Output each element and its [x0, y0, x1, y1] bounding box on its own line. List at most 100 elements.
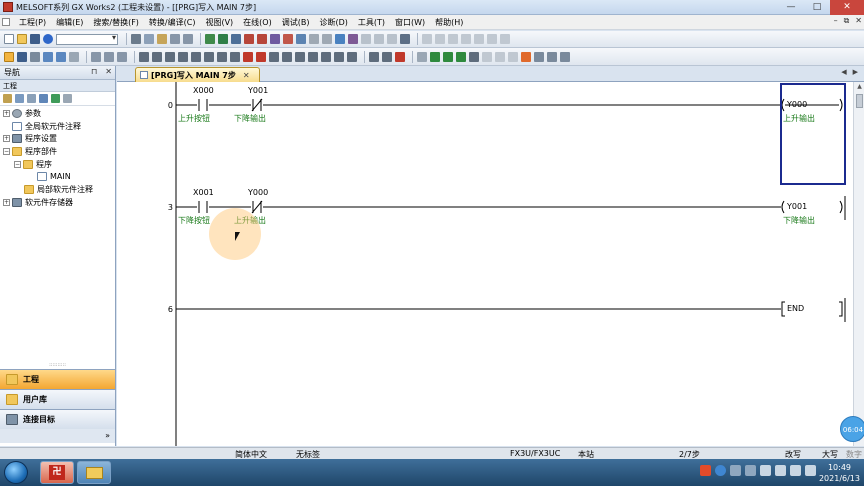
tree-expander[interactable]: + [3, 135, 10, 143]
parallel-falling-icon[interactable] [308, 51, 318, 62]
falling-negated-icon[interactable] [334, 51, 344, 62]
delete-vertical-icon[interactable] [256, 51, 266, 62]
close-button[interactable]: ✕ [830, 0, 864, 15]
line-draw-icon[interactable] [369, 51, 379, 62]
help-icon[interactable] [43, 34, 53, 44]
minimize-button[interactable]: — [778, 0, 804, 15]
find-icon[interactable] [91, 51, 101, 62]
scroll-up-icon[interactable]: ▲ [855, 83, 864, 93]
contact-device[interactable]: Y000 [248, 188, 268, 197]
tab-scroll-right-icon[interactable]: ▶ [853, 68, 858, 76]
tab-user-library[interactable]: 用户库 [0, 389, 115, 409]
line-erase-icon[interactable] [395, 51, 405, 62]
editor-vertical-scrollbar[interactable]: ▲ ▼ [853, 82, 864, 446]
monitor-start-icon[interactable] [283, 34, 293, 44]
new-data-icon[interactable] [3, 94, 12, 103]
monitor-write-icon[interactable] [43, 51, 53, 62]
recorder-timer[interactable]: 06:04 [840, 416, 864, 442]
scroll-thumb[interactable] [856, 94, 863, 108]
menu-window[interactable]: 窗口(W) [390, 17, 430, 28]
mdi-restore-button[interactable]: ⧉ [844, 16, 850, 26]
simulator-icon[interactable] [348, 34, 358, 44]
system-clock[interactable]: 10:49 2021/6/13 [819, 462, 860, 484]
mdi-close-button[interactable]: ✕ [855, 16, 862, 26]
input-method-icon[interactable] [700, 465, 711, 476]
coil-icon[interactable] [191, 51, 201, 62]
redo-icon[interactable] [183, 34, 193, 44]
vertical-line-icon[interactable] [230, 51, 240, 62]
new-file-icon[interactable] [4, 34, 14, 44]
ladder-block3-icon[interactable] [508, 51, 518, 62]
menu-help[interactable]: 帮助(H) [430, 17, 468, 28]
tree-item-parameter[interactable]: + 参数 [0, 107, 115, 120]
monitor-mode-icon[interactable] [30, 51, 40, 62]
volume-icon[interactable] [805, 465, 816, 476]
keyboard-icon[interactable] [730, 465, 741, 476]
device-test-icon[interactable] [335, 34, 345, 44]
read-mode-icon[interactable] [17, 51, 27, 62]
open-data-icon[interactable] [39, 94, 48, 103]
taskbar-gxworks2[interactable]: 卍 [40, 461, 74, 484]
tab-scroll-left-icon[interactable]: ◀ [841, 68, 846, 76]
parallel-no-contact-icon[interactable] [152, 51, 162, 62]
menu-compile[interactable]: 转换/编译(C) [144, 17, 201, 28]
menu-diagnostics[interactable]: 诊断(D) [314, 17, 352, 28]
online-change-icon[interactable] [322, 34, 332, 44]
navigation-options[interactable]: » [0, 429, 115, 443]
grid-icon[interactable] [56, 51, 66, 62]
menu-project[interactable]: 工程(P) [14, 17, 51, 28]
statement-edit-icon[interactable] [469, 51, 479, 62]
ladder-block-icon[interactable] [482, 51, 492, 62]
write-plc-icon[interactable] [244, 34, 254, 44]
tree-item-main[interactable]: MAIN [0, 170, 115, 183]
tree-item-device-memory[interactable]: + 软元件存储器 [0, 196, 115, 209]
verify-icon[interactable] [270, 34, 280, 44]
parallel-rising-icon[interactable] [295, 51, 305, 62]
batch-monitor-icon[interactable] [361, 34, 371, 44]
compile-icon[interactable] [218, 34, 228, 44]
tab-prg-main[interactable]: [PRG]写入 MAIN 7步 ✕ [135, 67, 260, 82]
write-mode-icon[interactable] [4, 51, 14, 62]
undo-icon[interactable] [170, 34, 180, 44]
device-display-icon[interactable] [534, 51, 544, 62]
watch-icon[interactable] [374, 34, 384, 44]
contact-device[interactable]: X000 [193, 86, 214, 95]
mdi-minimize-button[interactable]: – [834, 16, 838, 26]
zoom-fit-icon[interactable] [547, 51, 557, 62]
property-icon[interactable] [15, 94, 24, 103]
window-cascade-icon[interactable] [461, 34, 471, 44]
refresh-icon[interactable] [51, 94, 60, 103]
tree-item-local-comment[interactable]: 局部软元件注释 [0, 183, 115, 196]
help-tray-icon[interactable] [715, 465, 726, 476]
statement-icon[interactable] [443, 51, 453, 62]
copy-icon[interactable] [144, 34, 154, 44]
ladder-convert-icon[interactable] [417, 51, 427, 62]
diagnostics-icon[interactable] [400, 34, 410, 44]
tree-expander[interactable]: − [14, 160, 21, 168]
comment-display-icon[interactable] [474, 34, 484, 44]
tree-expander[interactable]: + [3, 198, 10, 206]
highlight-icon[interactable] [521, 51, 531, 62]
zoom-out-icon[interactable] [435, 34, 445, 44]
ladder-editor[interactable]: 0 3 6 X000 上升按钮 Y001 下降输出 Y000 上升输出 X001… [117, 82, 853, 446]
flag-icon[interactable] [775, 465, 786, 476]
no-contact-icon[interactable] [139, 51, 149, 62]
tree-expander[interactable]: − [3, 147, 10, 155]
sort-icon[interactable] [63, 94, 72, 103]
ladder-block2-icon[interactable] [495, 51, 505, 62]
note-display-icon[interactable] [500, 34, 510, 44]
menu-debug[interactable]: 调试(B) [277, 17, 315, 28]
application-instruction-icon[interactable] [204, 51, 214, 62]
settings-tray-icon[interactable] [745, 465, 756, 476]
contact-device[interactable]: X001 [193, 188, 214, 197]
toolbar-combo[interactable] [56, 33, 118, 45]
taskbar-explorer[interactable] [77, 461, 111, 484]
tree-item-pou[interactable]: − 程序部件 [0, 145, 115, 158]
trace-icon[interactable] [387, 34, 397, 44]
build-icon[interactable] [231, 34, 241, 44]
read-plc-icon[interactable] [257, 34, 267, 44]
invert-icon[interactable] [347, 51, 357, 62]
zoom-in-icon[interactable] [422, 34, 432, 44]
tree-item-global-comment[interactable]: 全局软元件注释 [0, 120, 115, 133]
tree-item-program-setting[interactable]: + 程序设置 [0, 132, 115, 145]
